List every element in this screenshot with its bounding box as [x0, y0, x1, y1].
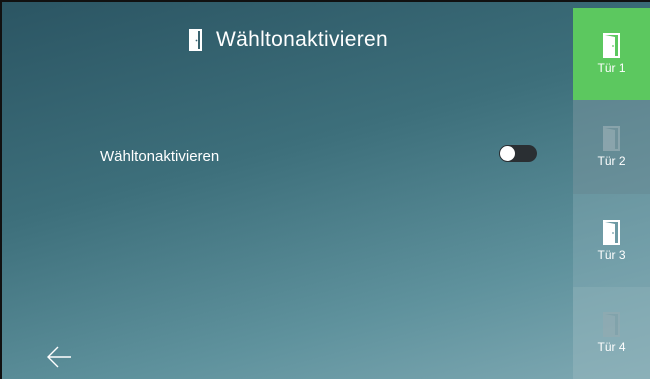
door-icon	[603, 219, 620, 245]
dial-tone-toggle[interactable]	[499, 145, 537, 162]
tab-door-4[interactable]: Tür 4	[573, 287, 650, 379]
toggle-knob	[500, 146, 515, 161]
door-icon	[188, 29, 202, 51]
screen: Wähltonaktivieren Wähltonaktivieren	[0, 0, 650, 379]
door-icon	[603, 126, 620, 151]
door-icon	[603, 33, 620, 58]
tab-label: Tür 3	[597, 247, 626, 262]
door-sidebar: Tür 1 Tür 2 Tür 3 Tür 4	[573, 8, 650, 379]
tab-label: Tür 4	[597, 340, 626, 354]
arrow-left-icon[interactable]	[44, 342, 74, 372]
tab-label: Tür 1	[597, 61, 626, 75]
tab-door-1[interactable]: Tür 1	[573, 8, 650, 100]
tab-label: Tür 2	[597, 154, 626, 168]
page-title: Wähltonaktivieren	[215, 28, 388, 51]
door-icon	[603, 312, 620, 337]
page-header: Wähltonaktivieren	[2, 28, 575, 52]
tab-door-2[interactable]: Tür 2	[573, 100, 650, 194]
setting-label: Wähltonaktivieren	[100, 148, 220, 165]
tab-door-3[interactable]: Tür 3	[573, 194, 650, 287]
